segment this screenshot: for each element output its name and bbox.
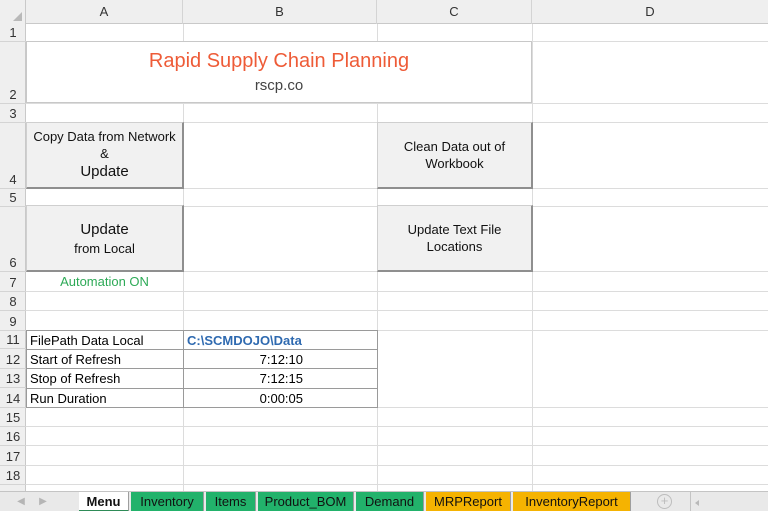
row-header[interactable]: 7 bbox=[0, 272, 26, 292]
row-header[interactable]: 3 bbox=[0, 104, 26, 123]
row-header[interactable]: 17 bbox=[0, 446, 26, 466]
copy-data-update-button[interactable]: Copy Data from Network & Update bbox=[26, 122, 184, 189]
update-text-file-locations-button[interactable]: Update Text File Locations bbox=[377, 205, 533, 272]
row-header[interactable]: 1 bbox=[0, 24, 26, 42]
chevron-left-icon[interactable]: ◀ bbox=[14, 492, 28, 511]
row-header[interactable]: 18 bbox=[0, 466, 26, 485]
title-block: Rapid Supply Chain Planning rscp.co bbox=[26, 41, 532, 103]
table-row: Run Duration 0:00:05 bbox=[26, 388, 378, 408]
tab-menu[interactable]: Menu bbox=[79, 492, 129, 511]
app-title: Rapid Supply Chain Planning bbox=[148, 50, 410, 72]
run-duration-value[interactable]: 0:00:05 bbox=[183, 388, 378, 407]
row-header[interactable]: 4 bbox=[0, 123, 26, 189]
button-label-line: Locations bbox=[426, 239, 483, 254]
tab-inventory[interactable]: Inventory bbox=[131, 492, 204, 511]
stop-refresh-value[interactable]: 7:12:15 bbox=[183, 369, 378, 388]
column-header-a[interactable]: A bbox=[26, 0, 183, 24]
table-row: FilePath Data Local C:\SCMDOJO\Data bbox=[26, 330, 378, 350]
tab-inventoryreport[interactable]: InventoryReport bbox=[513, 492, 631, 511]
button-label-line: Clean Data out of bbox=[403, 139, 506, 154]
row-header[interactable]: 15 bbox=[0, 408, 26, 427]
table-row: Start of Refresh 7:12:10 bbox=[26, 349, 378, 369]
row-header[interactable]: 16 bbox=[0, 427, 26, 446]
filepath-value[interactable]: C:\SCMDOJO\Data bbox=[183, 331, 378, 349]
stop-refresh-label[interactable]: Stop of Refresh bbox=[26, 369, 183, 388]
automation-status: Automation ON bbox=[60, 274, 149, 289]
tab-demand[interactable]: Demand bbox=[356, 492, 424, 511]
button-label-line: Update bbox=[80, 220, 129, 238]
select-all-corner[interactable] bbox=[0, 0, 26, 24]
row-header[interactable]: 2 bbox=[0, 42, 26, 104]
row-header[interactable]: 9 bbox=[0, 311, 26, 331]
row-header-bar: 1 2 3 4 5 6 7 8 9 11 12 13 14 15 16 17 1… bbox=[0, 24, 26, 491]
column-header-d[interactable]: D bbox=[532, 0, 768, 24]
spreadsheet-grid: A B C D 1 2 3 4 5 6 7 8 9 11 12 13 14 15… bbox=[0, 0, 768, 491]
row-header[interactable]: 8 bbox=[0, 292, 26, 311]
start-refresh-value[interactable]: 7:12:10 bbox=[183, 349, 378, 368]
row-header[interactable]: 13 bbox=[0, 369, 26, 388]
button-label-line: Copy Data from Network bbox=[33, 129, 176, 144]
app-website: rscp.co bbox=[254, 77, 304, 94]
filepath-label[interactable]: FilePath Data Local bbox=[26, 331, 183, 349]
tab-product-bom[interactable]: Product_BOM bbox=[258, 492, 354, 511]
row-header[interactable]: 12 bbox=[0, 349, 26, 369]
button-label-line: Update bbox=[80, 163, 129, 180]
row-header[interactable]: 6 bbox=[0, 207, 26, 272]
tab-items[interactable]: Items bbox=[206, 492, 256, 511]
sheet-tabs-bar: ◀ ▶ Menu Inventory Items Product_BOM Dem… bbox=[0, 491, 768, 511]
column-header-c[interactable]: C bbox=[377, 0, 532, 24]
button-label-line: & bbox=[100, 146, 109, 161]
refresh-info-table: FilePath Data Local C:\SCMDOJO\Data Star… bbox=[26, 330, 378, 408]
column-header-bar: A B C D bbox=[0, 0, 768, 24]
row-header[interactable]: 11 bbox=[0, 331, 26, 349]
button-label-line: Update Text File bbox=[407, 222, 502, 237]
tab-mrpreport[interactable]: MRPReport bbox=[426, 492, 511, 511]
chevron-right-icon[interactable]: ▶ bbox=[36, 492, 50, 511]
start-refresh-label[interactable]: Start of Refresh bbox=[26, 349, 183, 368]
column-header-b[interactable]: B bbox=[183, 0, 377, 24]
row-header[interactable]: 5 bbox=[0, 189, 26, 207]
horizontal-scrollbar[interactable] bbox=[690, 492, 768, 511]
button-label-line: Workbook bbox=[425, 156, 484, 171]
table-row: Stop of Refresh 7:12:15 bbox=[26, 369, 378, 389]
run-duration-label[interactable]: Run Duration bbox=[26, 388, 183, 407]
plus-circle-icon[interactable]: + bbox=[657, 494, 672, 509]
update-from-local-button[interactable]: Update from Local bbox=[26, 205, 184, 272]
button-label-line: from Local bbox=[74, 240, 135, 256]
row-header[interactable]: 14 bbox=[0, 388, 26, 408]
clean-data-button[interactable]: Clean Data out of Workbook bbox=[377, 122, 533, 189]
